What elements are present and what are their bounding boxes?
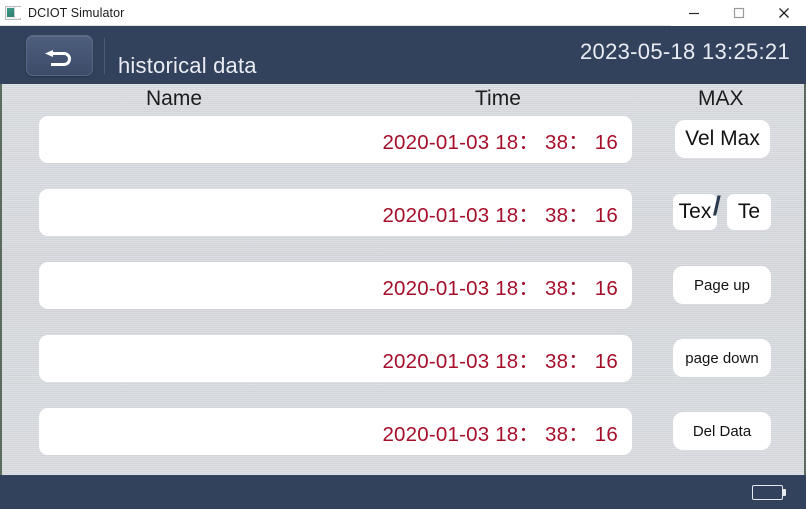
page-down-button[interactable]: page down [673, 339, 771, 377]
column-header-name: Name [146, 87, 203, 110]
app-icon [5, 5, 21, 20]
tex-button[interactable]: Tex [673, 194, 717, 230]
app-icon-white-block [14, 6, 21, 18]
page-up-button[interactable]: Page up [673, 266, 771, 304]
row-time-value: 2020-01-03 18： 38： 16 [382, 422, 618, 446]
close-button[interactable] [761, 0, 806, 26]
row-time-value: 2020-01-03 18： 38： 16 [382, 203, 618, 227]
header-datetime: 2023-05-18 13:25:21 [580, 39, 790, 64]
del-data-button[interactable]: Del Data [673, 412, 771, 450]
row-time-value: 2020-01-03 18： 38： 16 [382, 276, 618, 300]
app-footer [0, 475, 806, 509]
back-arrow-icon [44, 49, 71, 66]
app-icon-green-block [7, 7, 14, 17]
row-name-cell[interactable]: 2020-01-03 18： 38： 16 [39, 262, 632, 309]
vel-max-button[interactable]: Vel Max [675, 120, 770, 158]
table-column-headers: Name Time MAX [2, 84, 804, 118]
battery-icon [752, 485, 786, 500]
application-window: DCIOT Simulator historical data 2023-05-… [0, 0, 806, 509]
app-header: historical data 2023-05-18 13:25:21 [0, 26, 806, 84]
table-row: 2020-01-03 18： 38： 16 Del Data [2, 408, 804, 455]
maximize-button[interactable] [716, 0, 761, 26]
content-area: Name Time MAX 2020-01-03 18： 38： 16 Vel … [0, 84, 806, 475]
column-header-max: MAX [698, 87, 744, 110]
table-row: 2020-01-03 18： 38： 16 Vel Max [2, 116, 804, 163]
battery-body [752, 485, 783, 500]
minimize-button[interactable] [671, 0, 716, 26]
row-time-value: 2020-01-03 18： 38： 16 [382, 349, 618, 373]
close-icon [778, 7, 789, 18]
table-row: 2020-01-03 18： 38： 16 Tex / Te [2, 189, 804, 236]
maximize-icon [733, 7, 744, 18]
minimize-icon [688, 12, 699, 14]
header-divider [104, 38, 105, 74]
row-name-cell[interactable]: 2020-01-03 18： 38： 16 [39, 189, 632, 236]
te-button[interactable]: Te [727, 194, 771, 230]
split-separator: / [712, 191, 722, 221]
window-controls [671, 0, 806, 26]
row-name-cell[interactable]: 2020-01-03 18： 38： 16 [39, 116, 632, 163]
back-button[interactable] [26, 35, 93, 76]
page-title: historical data [118, 53, 257, 78]
battery-cap [783, 489, 786, 496]
window-titlebar: DCIOT Simulator [0, 0, 806, 26]
column-header-time: Time [475, 87, 521, 110]
row-name-cell[interactable]: 2020-01-03 18： 38： 16 [39, 408, 632, 455]
table-row: 2020-01-03 18： 38： 16 Page up [2, 262, 804, 309]
window-title: DCIOT Simulator [28, 5, 125, 20]
row-time-value: 2020-01-03 18： 38： 16 [382, 130, 618, 154]
row-name-cell[interactable]: 2020-01-03 18： 38： 16 [39, 335, 632, 382]
table-row: 2020-01-03 18： 38： 16 page down [2, 335, 804, 382]
